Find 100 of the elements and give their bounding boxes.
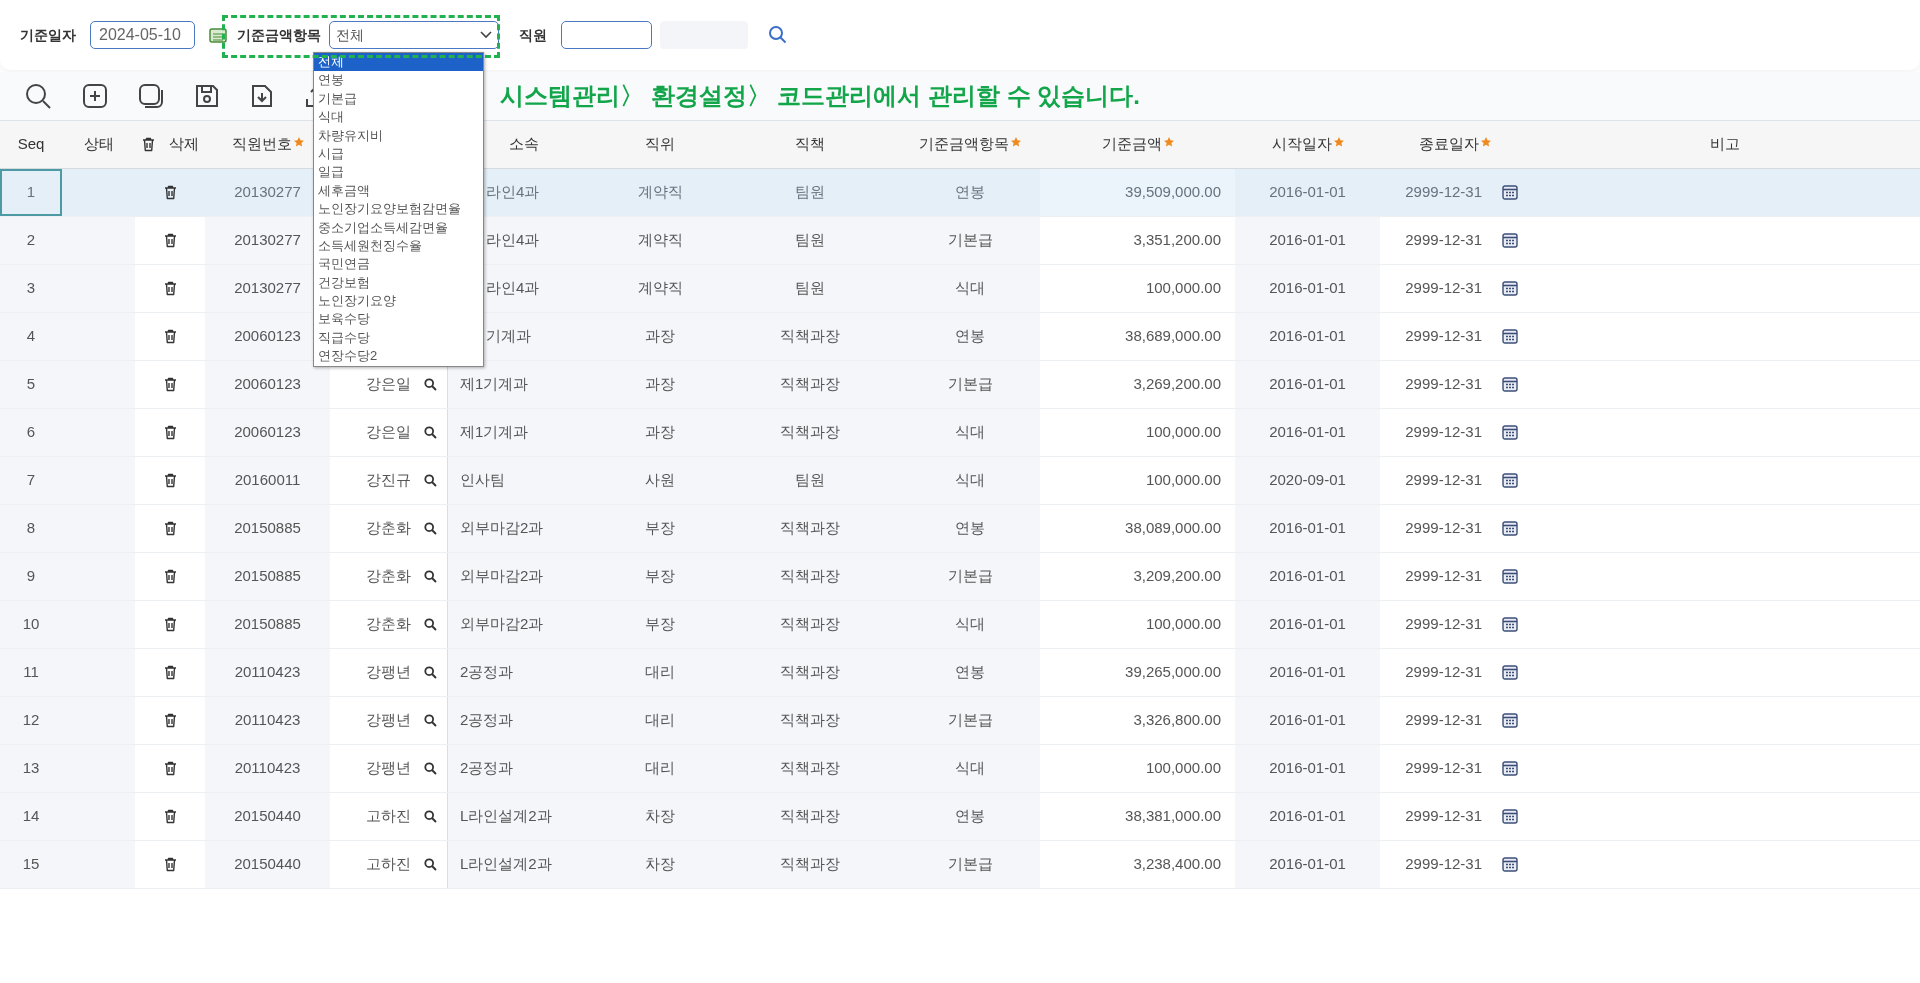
trash-icon[interactable] xyxy=(163,425,177,440)
search-icon[interactable] xyxy=(424,762,437,775)
column-header[interactable]: 비고 xyxy=(1710,133,1740,156)
table-cell: 직책과장 xyxy=(720,649,900,696)
column-header[interactable]: 삭제 xyxy=(168,133,199,156)
search-icon[interactable] xyxy=(424,666,437,679)
trash-icon[interactable] xyxy=(163,761,177,776)
table-cell: 연봉 xyxy=(900,649,1040,696)
column-header[interactable]: 상태 xyxy=(83,133,114,156)
row-number[interactable]: 9 xyxy=(0,553,62,600)
calendar-icon[interactable] xyxy=(1502,809,1518,824)
employee-field[interactable] xyxy=(561,21,652,49)
date-field[interactable]: 2024-05-10 xyxy=(90,21,195,49)
row-number[interactable]: 10 xyxy=(0,601,62,648)
calendar-icon[interactable] xyxy=(1502,569,1518,584)
column-header[interactable]: Seq xyxy=(17,133,45,156)
employee-name: 강은일 xyxy=(366,422,411,443)
table-cell-text: 3,351,200.00 xyxy=(1132,230,1222,251)
add-icon[interactable] xyxy=(82,83,108,109)
column-header[interactable]: 직원번호 xyxy=(231,133,304,156)
copy-icon[interactable] xyxy=(138,83,164,109)
search-icon[interactable] xyxy=(424,570,437,583)
trash-icon[interactable] xyxy=(163,473,177,488)
calendar-icon[interactable] xyxy=(1502,713,1518,728)
date-text: 2999-12-31 xyxy=(1405,662,1482,683)
required-star-icon xyxy=(1163,136,1174,147)
trash-icon[interactable] xyxy=(163,569,177,584)
trash-icon[interactable] xyxy=(163,713,177,728)
search-icon[interactable] xyxy=(24,82,52,110)
dropdown-option[interactable]: 시급 xyxy=(314,144,483,164)
search-icon[interactable] xyxy=(424,618,437,631)
trash-icon[interactable] xyxy=(163,857,177,872)
calendar-icon[interactable] xyxy=(1502,521,1518,536)
column-header[interactable]: 직위 xyxy=(645,133,675,156)
row-number[interactable]: 14 xyxy=(0,793,62,840)
row-number[interactable]: 8 xyxy=(0,505,62,552)
table-cell: 20150885 xyxy=(205,601,330,648)
table-cell: 20060123 xyxy=(205,361,330,408)
column-header[interactable]: 시작일자 xyxy=(1271,133,1344,156)
row-number[interactable]: 6 xyxy=(0,409,62,456)
trash-icon[interactable] xyxy=(163,281,177,296)
column-header[interactable]: 기준금액 xyxy=(1101,133,1174,156)
search-icon[interactable] xyxy=(424,810,437,823)
trash-icon[interactable] xyxy=(163,617,177,632)
column-header[interactable]: 기준금액항목 xyxy=(919,133,1021,156)
trash-icon[interactable] xyxy=(163,233,177,248)
calendar-icon[interactable] xyxy=(1502,857,1518,872)
row-number[interactable]: 2 xyxy=(0,217,62,264)
calendar-icon[interactable] xyxy=(1502,425,1518,440)
required-star-icon xyxy=(1333,136,1344,147)
dropdown-option[interactable]: 기본급 xyxy=(314,89,483,109)
calendar-icon[interactable] xyxy=(1502,233,1518,248)
dropdown-option[interactable]: 식대 xyxy=(314,108,483,127)
search-icon[interactable] xyxy=(424,378,437,391)
calendar-icon[interactable] xyxy=(1502,377,1518,392)
table-cell: 직책과장 xyxy=(720,505,900,552)
table-cell: 2016-01-01 xyxy=(1235,409,1380,456)
row-number[interactable]: 12 xyxy=(0,697,62,744)
trash-icon[interactable] xyxy=(163,377,177,392)
search-icon[interactable] xyxy=(424,714,437,727)
calendar-icon[interactable] xyxy=(1502,473,1518,488)
search-icon[interactable] xyxy=(424,474,437,487)
search-icon[interactable] xyxy=(424,858,437,871)
trash-icon[interactable] xyxy=(163,809,177,824)
row-number[interactable]: 11 xyxy=(0,649,62,696)
row-number[interactable]: 1 xyxy=(0,169,62,216)
row-number[interactable]: 15 xyxy=(0,841,62,888)
calendar-icon[interactable] xyxy=(1502,185,1518,200)
search-icon[interactable] xyxy=(424,522,437,535)
calendar-icon[interactable] xyxy=(1502,665,1518,680)
trash-icon[interactable] xyxy=(163,665,177,680)
trash-icon[interactable] xyxy=(163,185,177,200)
trash-icon[interactable] xyxy=(163,329,177,344)
calendar-icon[interactable] xyxy=(1502,281,1518,296)
trash-icon[interactable] xyxy=(163,521,177,536)
download-icon[interactable] xyxy=(250,83,274,109)
search-icon[interactable] xyxy=(424,426,437,439)
column-header[interactable]: 소속 xyxy=(509,133,539,156)
save-icon[interactable] xyxy=(194,83,220,109)
calendar-icon[interactable] xyxy=(1502,617,1518,632)
dropdown-option[interactable]: 연봉 xyxy=(314,71,483,90)
row-number[interactable]: 7 xyxy=(0,457,62,504)
calendar-icon[interactable] xyxy=(1502,761,1518,776)
column-header[interactable]: 종료일자 xyxy=(1419,133,1491,156)
calendar-icon[interactable] xyxy=(1502,329,1518,344)
table-cell-text: 3,238,400.00 xyxy=(1132,854,1222,875)
table-cell: 식대 xyxy=(900,409,1040,456)
dropdown-option[interactable]: 차량유지비 xyxy=(314,126,483,145)
table-cell: 대리 xyxy=(600,649,720,696)
row-number[interactable]: 13 xyxy=(0,745,62,792)
table-cell: 2016-01-01 xyxy=(1235,553,1380,600)
calendar-icon[interactable] xyxy=(209,27,227,43)
column-header[interactable]: 직책 xyxy=(795,133,825,156)
row-number[interactable]: 3 xyxy=(0,265,62,312)
row-number[interactable]: 4 xyxy=(0,313,62,360)
table-cell: 과장 xyxy=(600,409,720,456)
table-cell: 기본급 xyxy=(900,217,1040,264)
row-number[interactable]: 5 xyxy=(0,361,62,408)
table-cell: 20160011 xyxy=(205,457,330,504)
item-select[interactable]: 전체 xyxy=(329,21,499,49)
